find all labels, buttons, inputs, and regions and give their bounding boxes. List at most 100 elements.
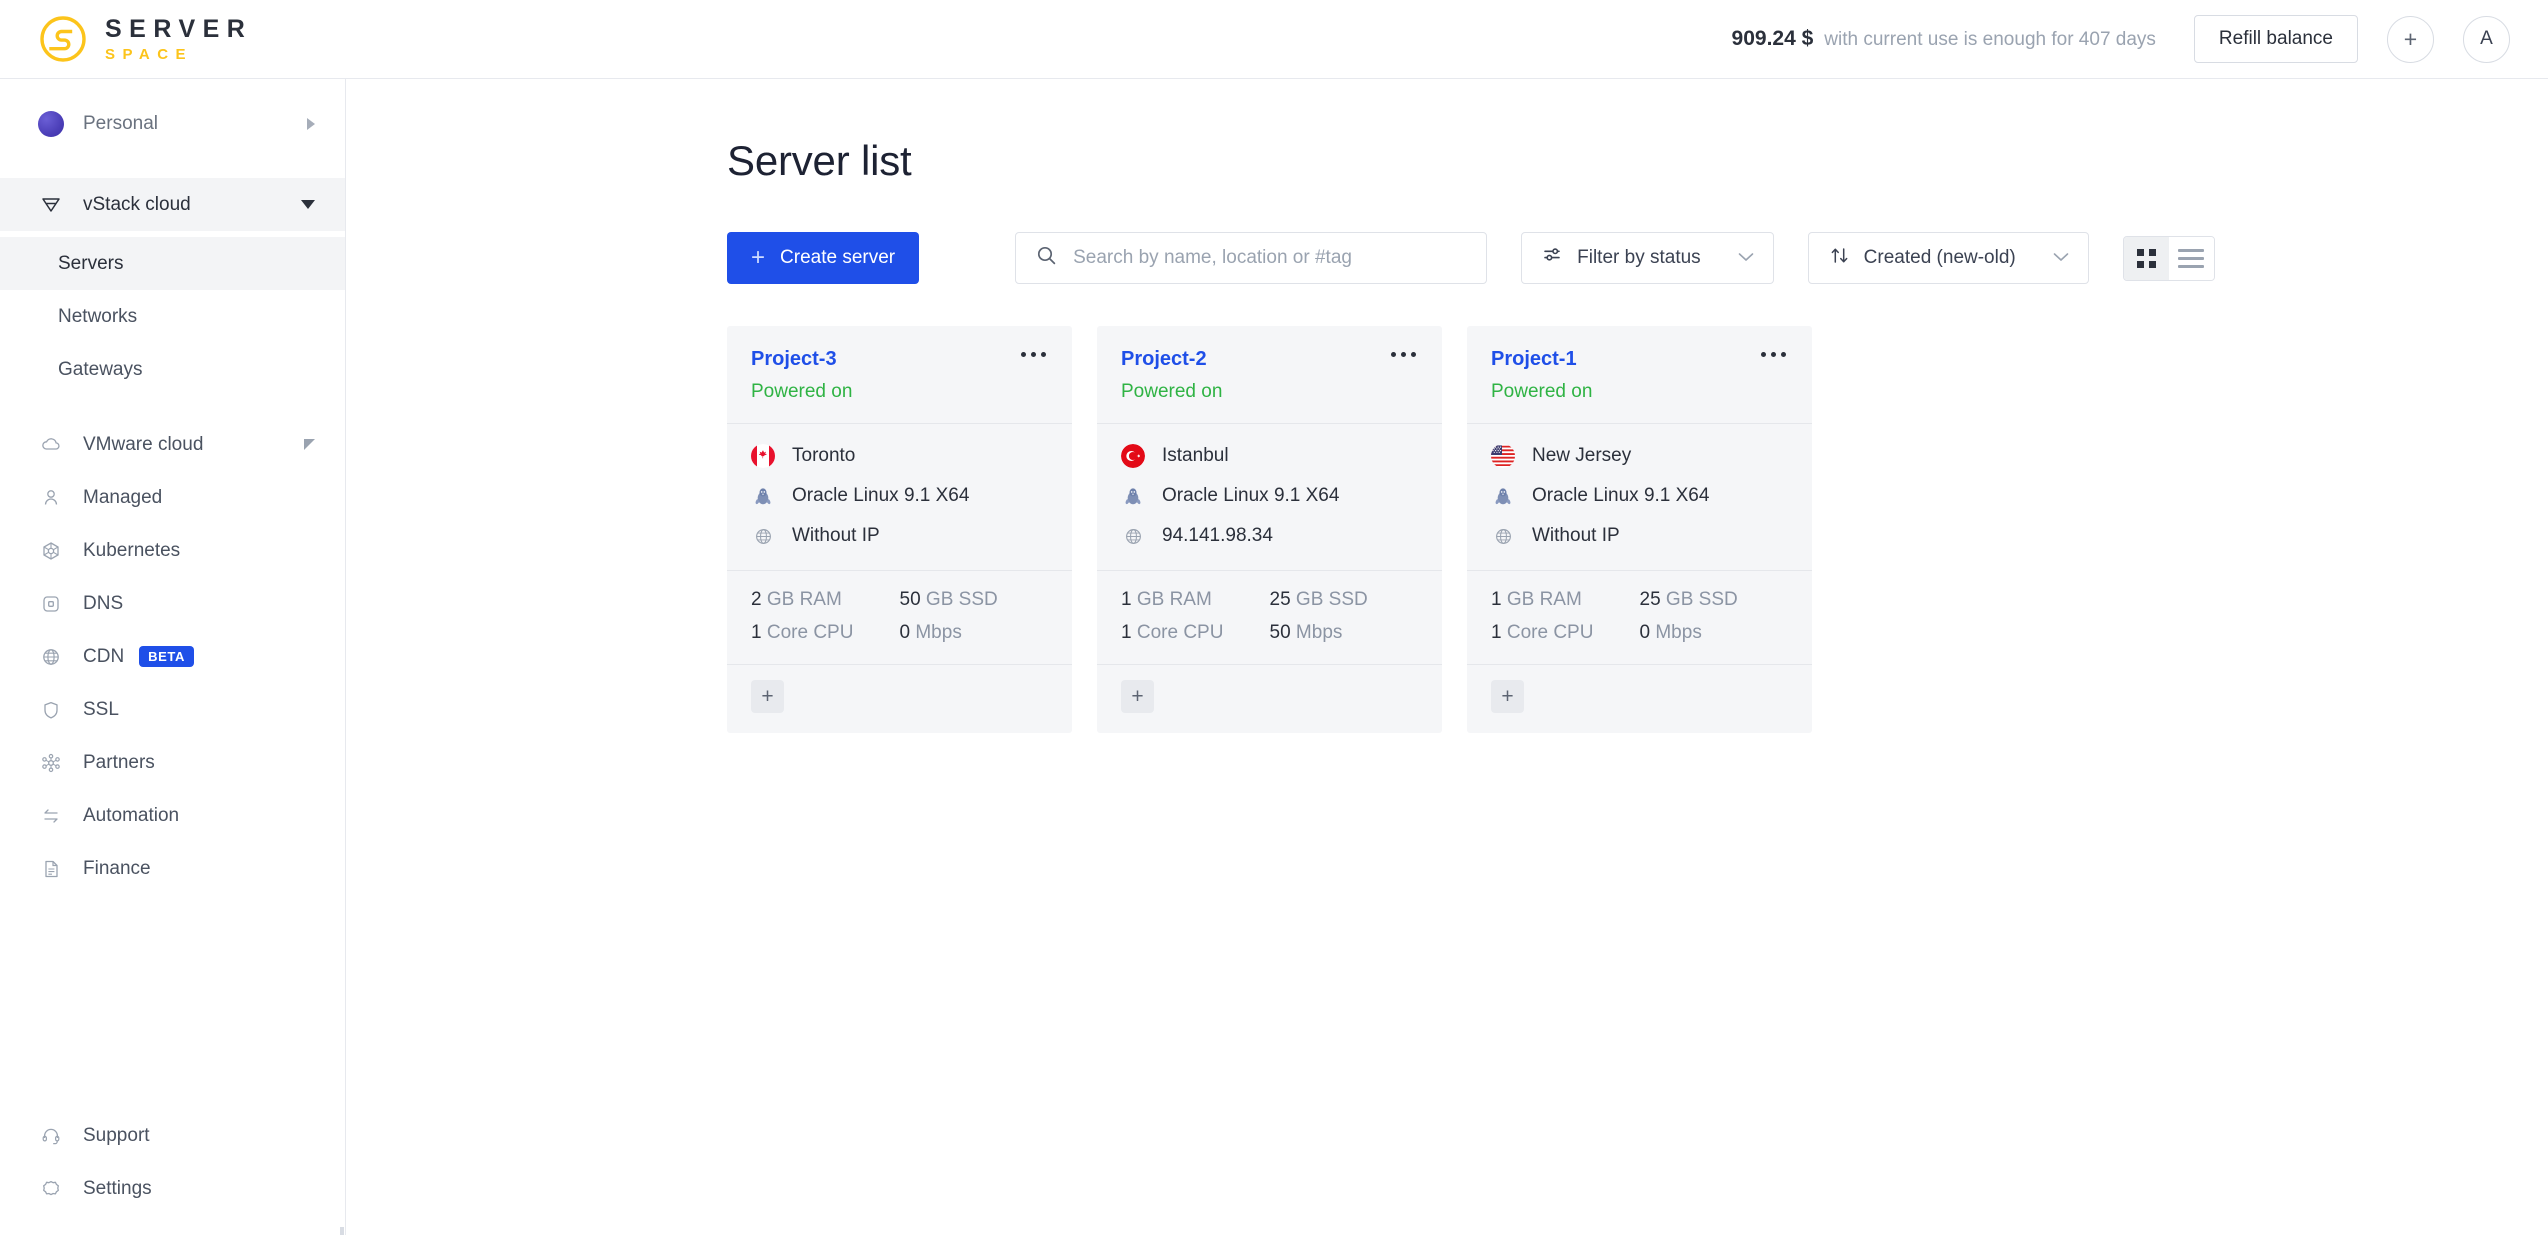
globe-icon	[1491, 524, 1515, 548]
search-input[interactable]	[1073, 247, 1467, 269]
card-specs: 2 GB RAM 50 GB SSD 1 Core CPU 0 Mbps	[727, 571, 1072, 664]
server-card[interactable]: Project-2 Powered on Istanbul Oracle Lin…	[1097, 326, 1442, 733]
sidebar-item-dns[interactable]: DNS	[0, 577, 345, 630]
server-name-link[interactable]: Project-1	[1491, 348, 1577, 371]
dns-icon	[38, 591, 64, 617]
list-view-button[interactable]	[2168, 236, 2214, 280]
refill-balance-button[interactable]: Refill balance	[2193, 15, 2358, 63]
person-icon	[38, 485, 64, 511]
brand-logo[interactable]: SERVER SPACE	[38, 14, 252, 64]
server-name-link[interactable]: Project-2	[1121, 348, 1207, 371]
card-footer: +	[1467, 665, 1812, 733]
linux-penguin-icon	[751, 484, 775, 508]
card-footer: +	[1097, 665, 1442, 733]
ip-label: Without IP	[1532, 525, 1620, 546]
spec-cpu: 1 Core CPU	[1121, 622, 1270, 644]
chevron-right-icon	[307, 117, 315, 130]
sidebar-item-label: VMware cloud	[83, 433, 204, 455]
user-avatar-button[interactable]: A	[2463, 15, 2510, 63]
sidebar-item-label: Kubernetes	[83, 539, 181, 561]
sidebar-item-cdn[interactable]: CDN BETA	[0, 630, 345, 683]
server-card[interactable]: Project-3 Powered on Toronto Oracle Linu…	[727, 326, 1072, 733]
server-name-link[interactable]: Project-3	[751, 348, 837, 371]
sidebar-item-vstack-cloud[interactable]: vStack cloud	[0, 178, 345, 231]
os-label: Oracle Linux 9.1 X64	[1532, 485, 1710, 506]
shield-icon	[38, 697, 64, 723]
gear-icon	[38, 1176, 64, 1202]
cpu-unit: Core CPU	[766, 622, 854, 643]
disk-unit: GB SSD	[925, 589, 998, 610]
search-box[interactable]	[1015, 232, 1488, 284]
spec-network: 0 Mbps	[1640, 622, 1789, 644]
disk-value: 25	[1269, 589, 1291, 610]
ram-value: 2	[751, 589, 762, 610]
ip-row: Without IP	[751, 524, 1048, 548]
linux-penguin-icon	[1491, 484, 1515, 508]
net-value: 50	[1269, 622, 1291, 643]
add-button[interactable]: +	[2387, 15, 2434, 63]
location-label: New Jersey	[1532, 445, 1632, 466]
sidebar-item-gateways[interactable]: Gateways	[0, 343, 345, 396]
server-card[interactable]: Project-1 Powered on New Jersey Oracle L…	[1467, 326, 1812, 733]
add-tag-button[interactable]: +	[1491, 680, 1524, 713]
add-tag-button[interactable]: +	[751, 680, 784, 713]
filter-by-status-dropdown[interactable]: Filter by status	[1521, 232, 1774, 284]
linux-penguin-icon	[1121, 484, 1145, 508]
net-value: 0	[899, 622, 911, 643]
sidebar-item-label: Finance	[83, 857, 151, 879]
beta-badge: BETA	[139, 646, 194, 667]
spec-cpu: 1 Core CPU	[1491, 622, 1640, 644]
net-unit: Mbps	[1295, 622, 1343, 643]
sidebar-bottom-group: Support Settings	[0, 1109, 345, 1235]
card-menu-button[interactable]	[1757, 348, 1790, 361]
sidebar-item-automation[interactable]: Automation	[0, 789, 345, 842]
top-bar-actions: 909.24 $ with current use is enough for …	[1732, 15, 2510, 63]
os-row: Oracle Linux 9.1 X64	[1121, 484, 1418, 508]
card-menu-button[interactable]	[1017, 348, 1050, 361]
sidebar-item-finance[interactable]: Finance	[0, 842, 345, 895]
serverspace-logo-icon	[38, 14, 88, 64]
sidebar-item-servers[interactable]: Servers	[0, 237, 345, 290]
sidebar-item-label: Networks	[58, 305, 138, 327]
create-server-button[interactable]: + Create server	[727, 232, 920, 284]
ram-value: 1	[1121, 589, 1132, 610]
sidebar-item-partners[interactable]: Partners	[0, 736, 345, 789]
add-tag-button[interactable]: +	[1121, 680, 1154, 713]
automation-icon	[38, 803, 64, 829]
sidebar-item-ssl[interactable]: SSL	[0, 683, 345, 736]
balance-note: with current use is enough for 407 days	[1824, 29, 2156, 50]
sidebar-scrollbar[interactable]	[340, 1227, 344, 1235]
location-row: Toronto	[751, 444, 1048, 468]
headset-icon	[38, 1123, 64, 1149]
spec-network: 0 Mbps	[900, 622, 1049, 644]
disk-unit: GB SSD	[1665, 589, 1738, 610]
card-meta: Toronto Oracle Linux 9.1 X64 Without IP	[727, 424, 1072, 570]
sidebar-item-label: Settings	[83, 1177, 152, 1199]
server-card-list: Project-3 Powered on Toronto Oracle Linu…	[727, 326, 2548, 733]
main-content: Server list + Create server Search by na…	[346, 78, 2548, 1235]
sidebar-item-personal[interactable]: Personal	[0, 97, 345, 150]
sidebar-item-support[interactable]: Support	[0, 1109, 345, 1162]
sidebar-item-managed[interactable]: Managed	[0, 471, 345, 524]
location-label: Toronto	[792, 445, 856, 466]
sidebar-item-label: Automation	[83, 804, 180, 826]
sidebar-item-label: Gateways	[58, 358, 143, 380]
card-menu-button[interactable]	[1387, 348, 1420, 361]
sidebar-item-label: Servers	[58, 252, 124, 274]
chevron-down-icon	[2052, 247, 2070, 269]
card-footer: +	[727, 665, 1072, 733]
sidebar-item-vmware-cloud[interactable]: VMware cloud	[0, 418, 345, 471]
sidebar-item-networks[interactable]: Networks	[0, 290, 345, 343]
globe-icon	[1121, 524, 1145, 548]
sidebar-item-kubernetes[interactable]: Kubernetes	[0, 524, 345, 577]
sidebar-item-settings[interactable]: Settings	[0, 1162, 345, 1215]
sidebar-item-label: Managed	[83, 486, 163, 508]
flag-ca-icon	[751, 444, 775, 468]
sidebar: Personal vStack cloud Servers Networks G…	[0, 78, 346, 1235]
server-status: Powered on	[751, 381, 853, 402]
spec-network: 50 Mbps	[1270, 622, 1419, 644]
grid-view-button[interactable]	[2123, 236, 2169, 280]
balance-block: 909.24 $ with current use is enough for …	[1732, 27, 2156, 51]
ram-unit: GB RAM	[766, 589, 842, 610]
sort-dropdown[interactable]: Created (new-old)	[1807, 232, 2089, 284]
